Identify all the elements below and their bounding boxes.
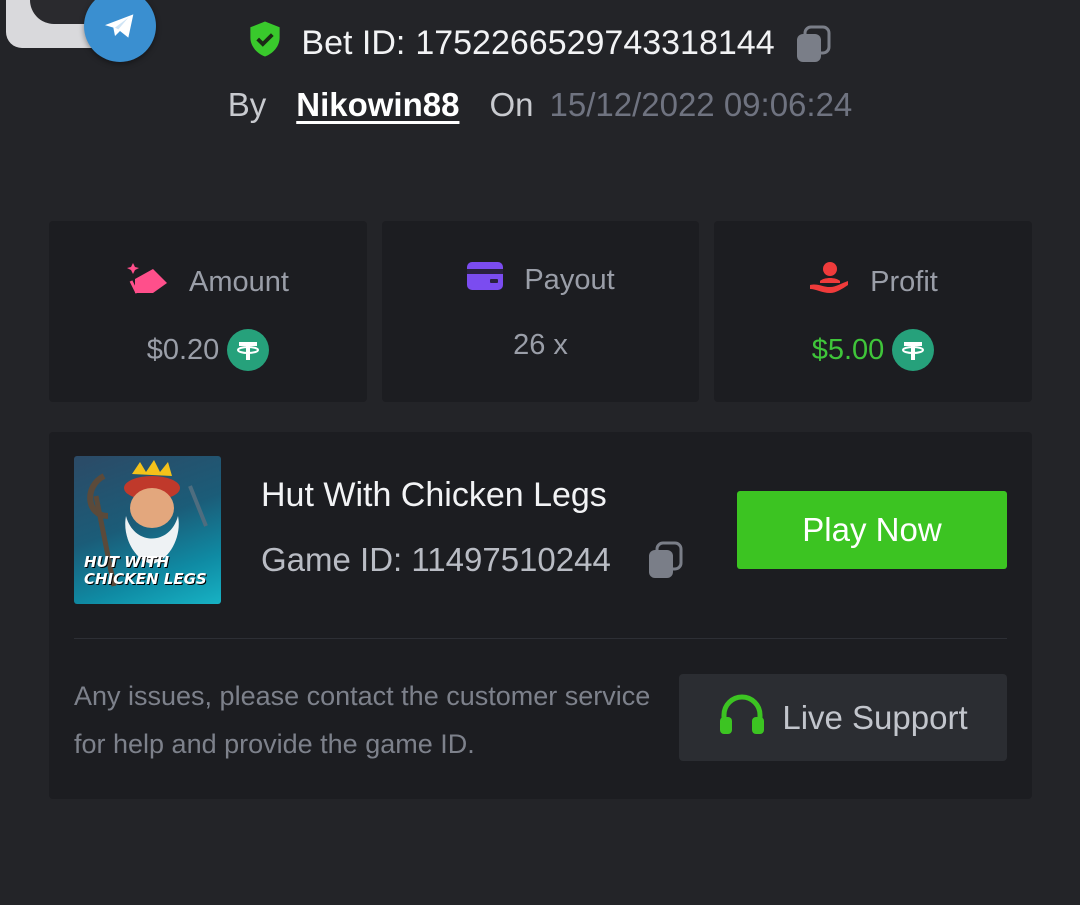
- game-thumbnail-title: HUT WITH CHICKEN LEGS: [84, 553, 207, 588]
- game-thumbnail[interactable]: HUT WITH CHICKEN LEGS: [74, 456, 221, 604]
- usdt-icon: [892, 329, 935, 371]
- stat-profit: Profit $5.00: [714, 221, 1032, 402]
- live-support-button[interactable]: Live Support: [679, 674, 1007, 761]
- game-id-row: Game ID: 11497510244: [261, 540, 685, 580]
- money-icon: [127, 261, 169, 303]
- bet-stats: Amount $0.20 Payout 26 x Profit $5.00: [49, 221, 1032, 402]
- game-panel: HUT WITH CHICKEN LEGS Hut With Chicken L…: [49, 432, 1032, 799]
- bet-id-value: 1752266529743318144: [415, 24, 775, 62]
- bet-id-row: Bet ID: 1752266529743318144: [0, 20, 1080, 67]
- stat-label: Payout: [524, 263, 615, 296]
- help-text: Any issues, please contact the customer …: [74, 681, 651, 759]
- play-now-button[interactable]: Play Now: [737, 491, 1007, 569]
- verified-shield-icon: [247, 20, 283, 67]
- stat-payout: Payout 26 x: [382, 221, 699, 402]
- copy-bet-id-icon[interactable]: [793, 24, 833, 64]
- divider: [74, 638, 1007, 639]
- game-id-value: 11497510244: [411, 541, 611, 578]
- stat-value: $5.00: [811, 333, 885, 366]
- stat-value: $0.20: [146, 333, 220, 366]
- stat-value: 26 x: [513, 329, 568, 361]
- stat-label: Profit: [870, 265, 938, 298]
- bet-id-label: Bet ID:: [301, 24, 406, 62]
- hand-person-icon: [808, 261, 850, 303]
- card-icon: [466, 261, 504, 299]
- on-label: On: [489, 86, 534, 123]
- copy-game-id-icon[interactable]: [645, 540, 685, 580]
- game-id-label: Game ID:: [261, 541, 403, 578]
- stat-label: Amount: [189, 265, 289, 298]
- live-support-label: Live Support: [782, 698, 968, 736]
- username-link[interactable]: Nikowin88: [296, 86, 459, 124]
- headphones-icon: [718, 693, 766, 743]
- stat-amount: Amount $0.20: [49, 221, 367, 402]
- by-label: By: [227, 86, 267, 123]
- bet-datetime: 15/12/2022 09:06:24: [549, 86, 853, 123]
- game-name: Hut With Chicken Legs: [261, 476, 607, 514]
- usdt-icon: [227, 329, 270, 371]
- author-row: By Nikowin88 On 15/12/2022 09:06:24: [0, 86, 1080, 124]
